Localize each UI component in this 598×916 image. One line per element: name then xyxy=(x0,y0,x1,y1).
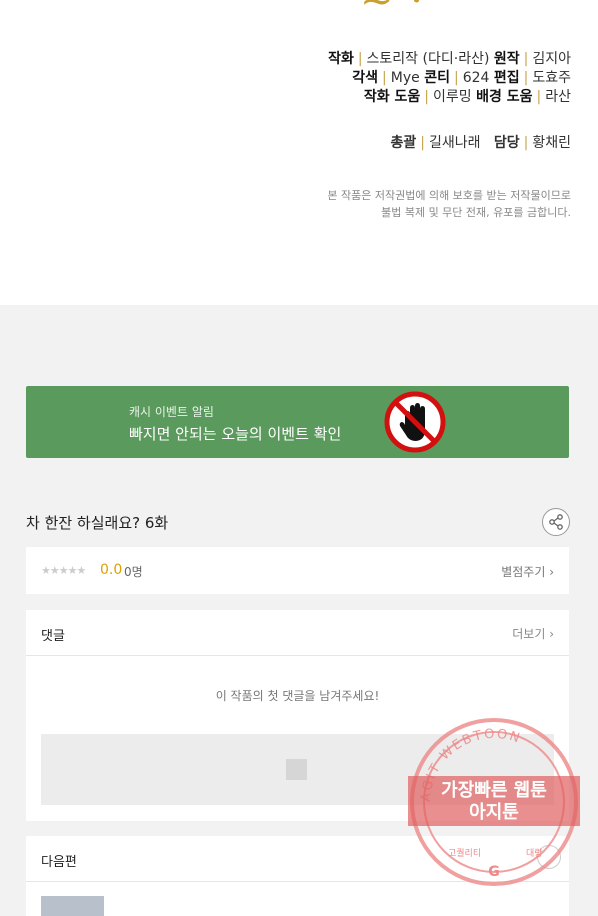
stop-hand-icon xyxy=(384,391,446,453)
ad-placeholder[interactable] xyxy=(41,734,554,805)
comments-card: 댓글 더보기 › 이 작품의 첫 댓글을 남겨주세요! xyxy=(26,610,569,821)
credits-line-2: 각색 | Mye 콘티 | 624 편집 | 도효주 xyxy=(352,70,571,86)
credits-line-1: 작화 | 스토리작 (다디·라산) 원작 | 김지아 xyxy=(328,51,571,67)
divider xyxy=(26,655,569,656)
next-episode-card: 다음편 xyxy=(26,836,569,916)
divider xyxy=(26,881,569,882)
banner-subtitle: 캐시 이벤트 알림 xyxy=(129,405,214,419)
rating-stars-icon: ★★★★★ xyxy=(41,564,86,577)
share-icon xyxy=(549,514,563,530)
comments-more-link[interactable]: 더보기 › xyxy=(512,625,554,642)
copyright-notice: 본 작품은 저작권법에 의해 보호를 받는 저작물이므로 불법 복제 및 무단 … xyxy=(327,189,571,219)
rating-count: 0명 xyxy=(124,565,143,579)
comments-empty-text: 이 작품의 첫 댓글을 남겨주세요! xyxy=(215,689,380,703)
rate-button[interactable]: 별점주기 › xyxy=(501,563,554,580)
cash-event-banner[interactable]: 캐시 이벤트 알림 빠지면 안되는 오늘의 이벤트 확인 xyxy=(26,386,569,458)
title-art-fragment: ~ · xyxy=(360,0,425,24)
rating-card: ★★★★★ 0.0 0명 별점주기 › xyxy=(26,547,569,594)
credits-block: 작화 | 스토리작 (다디·라산) 원작 | 김지아 각색 | Mye 콘티 | 624 편집 |… xyxy=(328,50,571,107)
staff-line: 총괄 | 길새나래 담당 | 황채린 xyxy=(390,135,572,151)
rating-score: 0.0 xyxy=(100,562,123,578)
credits-section: ~ · 작화 | 스토리작 (다디·라산) 원작 | 김지아 각색 | Mye 콘티 | 624… xyxy=(0,0,598,305)
next-header: 다음편 xyxy=(41,855,77,870)
comments-header: 댓글 xyxy=(41,629,65,644)
next-arrow-icon[interactable] xyxy=(537,845,561,869)
episode-title: 차 한잔 하실래요? 6화 xyxy=(26,514,169,532)
next-episode-thumbnail[interactable] xyxy=(41,896,104,916)
banner-title: 빠지면 안되는 오늘의 이벤트 확인 xyxy=(129,425,342,443)
image-placeholder-icon xyxy=(286,759,307,780)
credits-line-3: 작화 도움 | 이루밍 배경 도움 | 라산 xyxy=(363,89,571,105)
share-button[interactable] xyxy=(542,508,570,536)
